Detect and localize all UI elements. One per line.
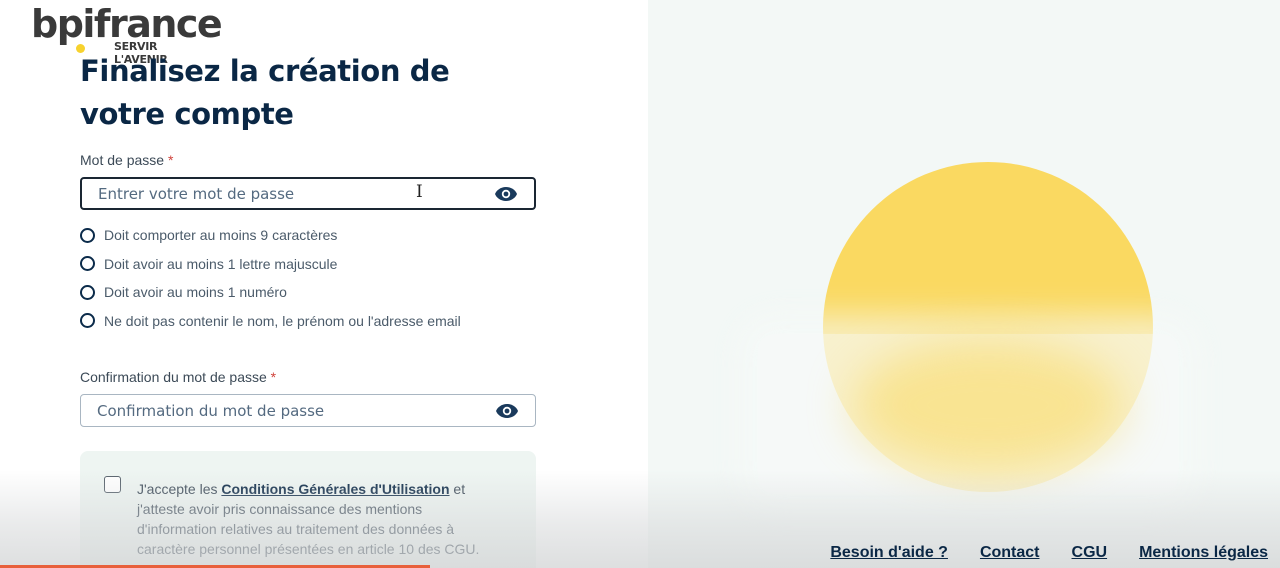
text-cursor-icon: I (416, 182, 423, 202)
password-rule: Doit avoir au moins 1 lettre majuscule (80, 250, 461, 279)
rule-text: Doit avoir au moins 1 numéro (104, 284, 287, 301)
password-rules-list: Doit comporter au moins 9 caractères Doi… (80, 221, 461, 335)
rule-text: Doit avoir au moins 1 lettre majuscule (104, 255, 338, 272)
rule-status-circle-icon (80, 284, 95, 300)
form-panel: bpifrance SERVIR L'AVENIR Finalisez la c… (0, 0, 648, 568)
rule-text: Doit comporter au moins 9 caractères (104, 227, 338, 244)
footer-links: Besoin d'aide ? Contact CGU Mentions lég… (830, 544, 1268, 562)
rule-status-circle-icon (80, 256, 95, 272)
legal-notice-link[interactable]: Mentions légales (1139, 544, 1268, 562)
eye-icon[interactable] (494, 186, 518, 202)
confirm-required-mark: * (270, 369, 277, 385)
confirm-password-label: Confirmation du mot de passe * (80, 369, 276, 385)
confirm-password-input[interactable] (97, 395, 477, 426)
password-rule: Ne doit pas contenir le nom, le prénom o… (80, 307, 461, 336)
password-required-mark: * (167, 152, 174, 168)
bpifrance-logo[interactable]: bpifrance SERVIR L'AVENIR (31, 2, 223, 66)
illustration-panel (648, 0, 1280, 568)
password-rule: Doit avoir au moins 1 numéro (80, 278, 461, 307)
help-link[interactable]: Besoin d'aide ? (830, 544, 948, 562)
confirm-label-text: Confirmation du mot de passe (80, 369, 267, 385)
rule-status-circle-icon (80, 227, 95, 243)
password-label: Mot de passe * (80, 152, 173, 168)
password-rule: Doit comporter au moins 9 caractères (80, 221, 461, 250)
cgu-link[interactable]: Conditions Générales d'Utilisation (221, 481, 449, 497)
rule-status-circle-icon (80, 313, 95, 329)
sun-glow-illustration (853, 340, 1123, 470)
cgu-consent-text: J'accepte les Conditions Générales d'Uti… (137, 479, 487, 559)
rule-text: Ne doit pas contenir le nom, le prénom o… (104, 312, 461, 329)
cgu-checkbox[interactable] (104, 476, 121, 493)
cgu-prefix: J'accepte les (137, 481, 222, 497)
eye-icon[interactable] (495, 403, 519, 419)
contact-link[interactable]: Contact (980, 544, 1040, 562)
password-field[interactable]: I (80, 177, 536, 210)
page-title: Finalisez la création de votre compte (80, 54, 450, 131)
cgu-footer-link[interactable]: CGU (1072, 544, 1108, 562)
confirm-password-field[interactable] (80, 394, 536, 427)
password-label-text: Mot de passe (80, 152, 165, 168)
cgu-consent-box: J'accepte les Conditions Générales d'Uti… (80, 451, 536, 568)
